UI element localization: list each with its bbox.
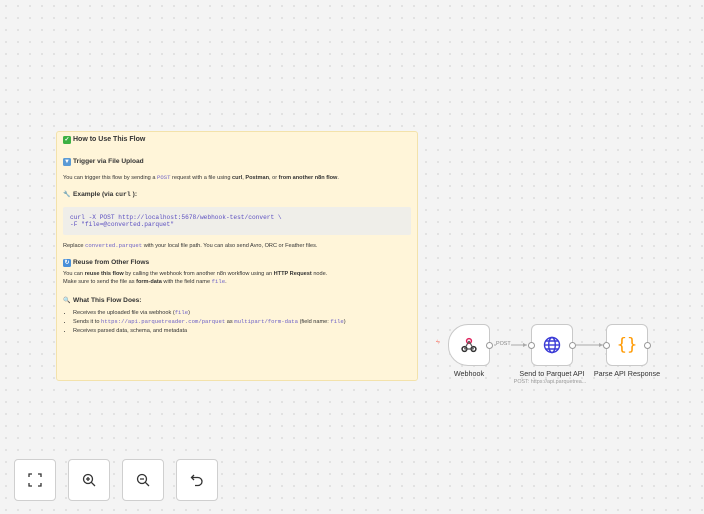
input-port[interactable] — [528, 342, 535, 349]
input-port[interactable] — [603, 342, 610, 349]
node-webhook[interactable] — [448, 324, 493, 366]
output-port[interactable] — [644, 342, 651, 349]
connections — [436, 339, 603, 347]
zoom-to-fit-button[interactable] — [14, 459, 56, 501]
code-braces-icon: {} — [616, 335, 638, 355]
undo-button[interactable] — [176, 459, 218, 501]
output-port[interactable] — [486, 342, 493, 349]
webhook-icon — [461, 337, 477, 353]
zoom-out-icon — [136, 473, 150, 487]
connection-label: POST — [496, 341, 511, 347]
node-parse-api-response[interactable]: {} — [603, 324, 651, 366]
node-send-to-parquet-api[interactable] — [528, 324, 576, 366]
node-subtitle: POST: https://api.parquetrea... — [513, 379, 587, 385]
undo-icon — [190, 474, 203, 487]
node-label: Parse API Response — [593, 369, 661, 378]
zoom-in-icon — [82, 473, 96, 487]
zoom-in-button[interactable] — [68, 459, 110, 501]
fit-view-icon — [28, 473, 42, 487]
globe-icon — [543, 336, 561, 354]
trigger-bolt-icon — [436, 339, 440, 345]
output-port[interactable] — [569, 342, 576, 349]
zoom-out-button[interactable] — [122, 459, 164, 501]
